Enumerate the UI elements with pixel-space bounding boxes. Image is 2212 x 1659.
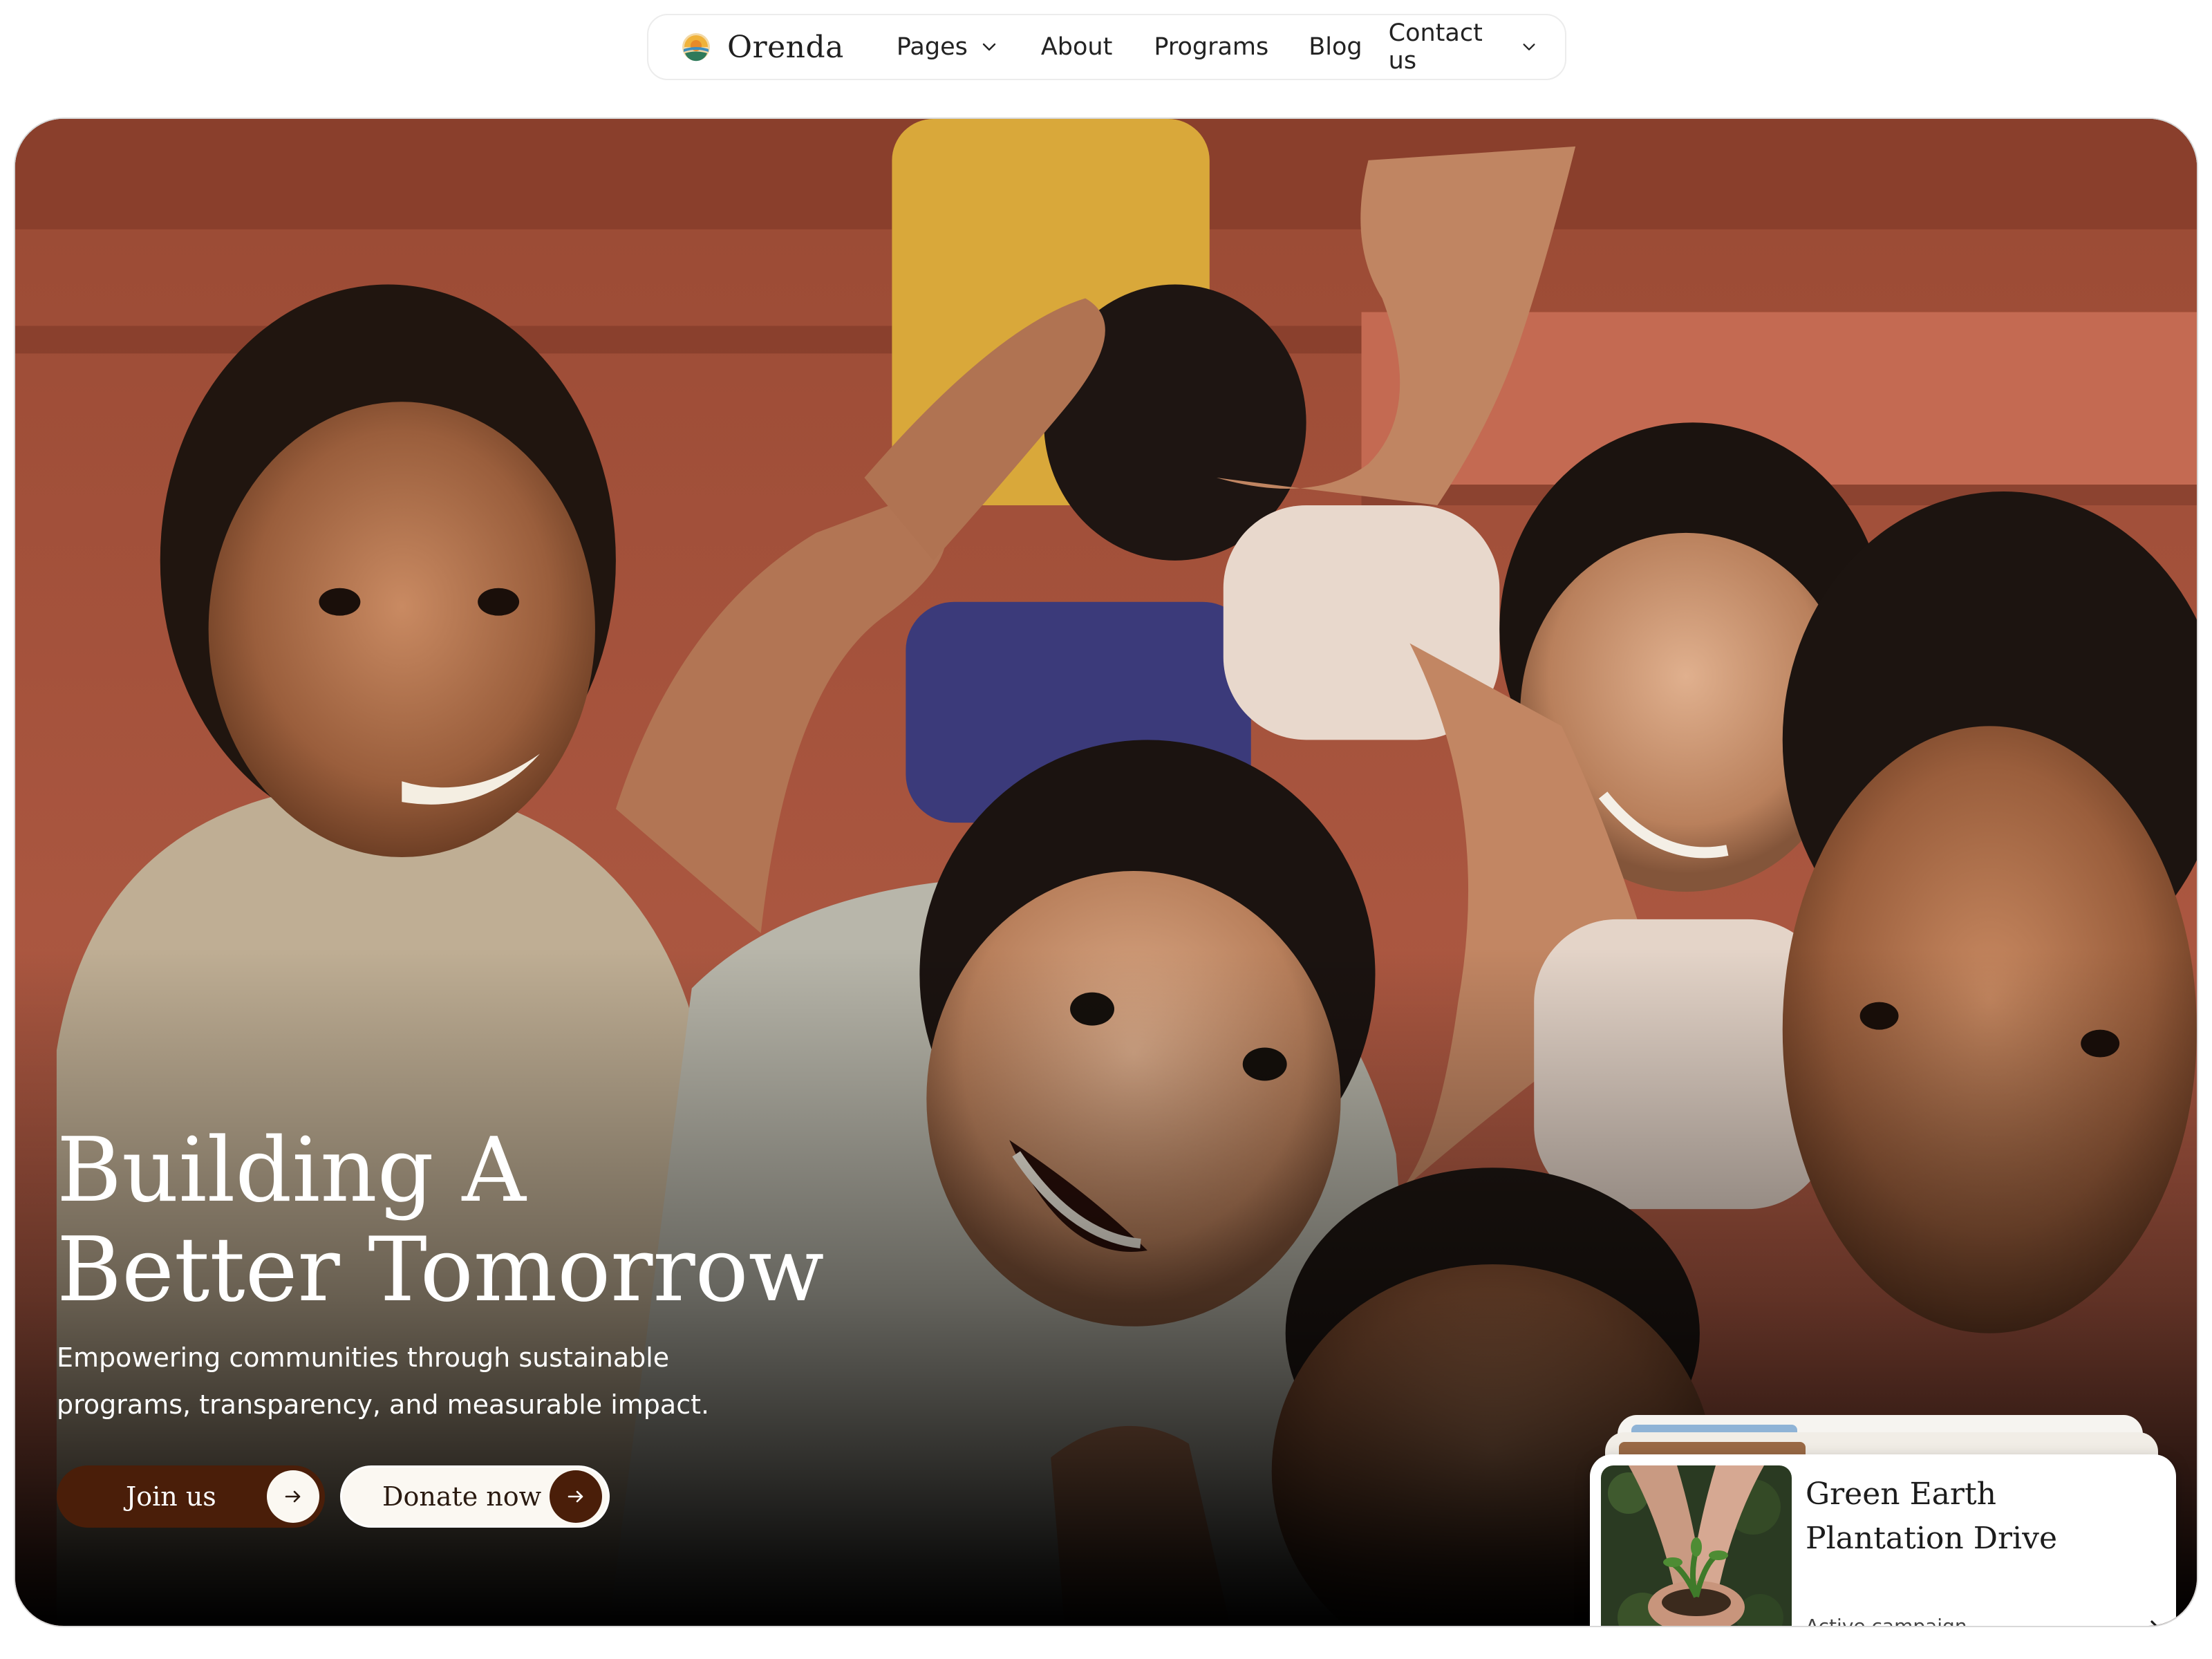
brand[interactable]: Orenda bbox=[680, 30, 844, 65]
nav-item-about[interactable]: About bbox=[1041, 33, 1112, 61]
nav-item-label: Pages bbox=[896, 33, 968, 61]
campaign-title: Green Earth Plantation Drive bbox=[1806, 1477, 2058, 1556]
campaign-card[interactable]: Green Earth Plantation Drive Active camp… bbox=[1590, 1454, 2176, 1627]
nav-item-contact-us[interactable]: Contact us bbox=[1389, 19, 1537, 75]
chevron-down-icon bbox=[982, 43, 996, 51]
hero-section: Building A Better Tomorrow Empowering co… bbox=[14, 118, 2198, 1627]
nav-item-label: About bbox=[1040, 33, 1113, 61]
nav-item-pages[interactable]: Pages bbox=[897, 33, 998, 61]
donate-now-button[interactable]: Donate now bbox=[340, 1465, 610, 1528]
nav-item-label: Contact us bbox=[1388, 19, 1483, 75]
hero-title-line: Building A bbox=[57, 1119, 526, 1222]
hero-title-line: Better Tomorrow bbox=[57, 1219, 825, 1322]
hero-subtitle: Empowering communities through sustainab… bbox=[57, 1342, 710, 1420]
brand-name: Orenda bbox=[727, 29, 844, 65]
arrow-right-icon bbox=[550, 1470, 602, 1523]
campaign-image bbox=[1601, 1465, 1792, 1626]
button-label: Donate now bbox=[382, 1481, 542, 1512]
nav-item-programs[interactable]: Programs bbox=[1154, 33, 1268, 61]
campaign-status: Active campaign bbox=[1806, 1615, 1967, 1627]
arrow-right-icon[interactable] bbox=[2136, 1615, 2164, 1627]
arrow-right-icon bbox=[267, 1470, 319, 1523]
button-label: Join us bbox=[126, 1481, 216, 1512]
sun-logo-icon bbox=[682, 33, 710, 62]
top-navigation: Orenda Pages About Programs Blog Contact… bbox=[647, 14, 1566, 80]
nav-item-label: Programs bbox=[1154, 33, 1269, 61]
hero-title: Building A Better Tomorrow bbox=[57, 1121, 955, 1320]
chevron-down-icon bbox=[1523, 44, 1535, 50]
nav-item-blog[interactable]: Blog bbox=[1309, 33, 1362, 61]
nav-item-label: Blog bbox=[1309, 33, 1362, 61]
join-us-button[interactable]: Join us bbox=[57, 1465, 325, 1528]
